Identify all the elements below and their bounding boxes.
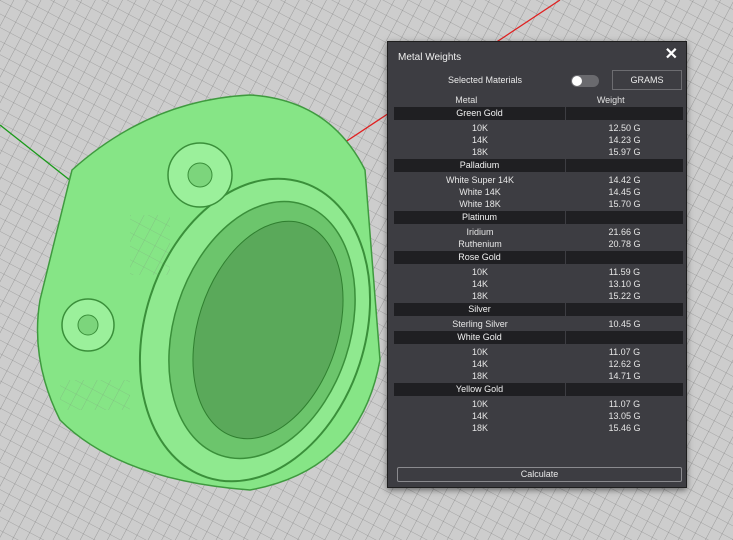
weight-cell: 13.05 G xyxy=(608,411,641,421)
group-header: Palladium xyxy=(394,159,683,172)
group-name: Green Gold xyxy=(394,107,566,120)
weight-cell: 11.07 G xyxy=(608,399,641,409)
metal-cell: Sterling Silver xyxy=(452,319,508,329)
weight-cell: 12.50 G xyxy=(608,123,641,133)
metal-cell: 18K xyxy=(471,291,488,301)
group-header: White Gold xyxy=(394,331,683,344)
selected-materials-toggle[interactable] xyxy=(571,75,599,87)
metal-cell: 14K xyxy=(471,359,488,369)
metal-cell: 14K xyxy=(471,279,488,289)
group-fill xyxy=(566,211,683,224)
table-row: 14K 13.10 G xyxy=(394,278,683,290)
metal-cell: 14K xyxy=(471,411,488,421)
group-header: Green Gold xyxy=(394,107,683,120)
metal-cell: 14K xyxy=(471,135,488,145)
table-row: 14K 12.62 G xyxy=(394,358,683,370)
metal-weights-panel: Metal Weights ✕ Selected Materials GRAMS… xyxy=(387,41,687,488)
table-row: 10K 11.07 G xyxy=(394,398,683,410)
metal-cell: Iridium xyxy=(466,227,494,237)
weights-table: Metal Weight Green Gold 10K 12.50 G 14K 14.2… xyxy=(394,94,683,435)
metal-cell: 10K xyxy=(471,123,488,133)
table-row: 10K 11.59 G xyxy=(394,266,683,278)
table-row: 18K 15.97 G xyxy=(394,146,683,158)
metal-cell: White 18K xyxy=(459,199,501,209)
selected-materials-label: Selected Materials xyxy=(448,75,523,85)
group-name: White Gold xyxy=(394,331,566,344)
groups-container: Green Gold 10K 12.50 G 14K 14.23 G 18K 15.97 G… xyxy=(394,107,683,435)
toggle-knob xyxy=(572,76,582,86)
weight-cell: 20.78 G xyxy=(608,239,641,249)
table-row: Sterling Silver 10.45 G xyxy=(394,318,683,330)
column-weight: Weight xyxy=(596,95,625,105)
group-name: Yellow Gold xyxy=(394,383,566,396)
metal-cell: 18K xyxy=(471,423,488,433)
unit-grams-button[interactable]: GRAMS xyxy=(612,70,682,90)
metal-cell: Ruthenium xyxy=(458,239,502,249)
table-row: 10K 12.50 G xyxy=(394,122,683,134)
group-header: Platinum xyxy=(394,211,683,224)
table-row: Ruthenium 20.78 G xyxy=(394,238,683,250)
metal-cell: 10K xyxy=(471,267,488,277)
table-row: White 14K 14.45 G xyxy=(394,186,683,198)
weight-cell: 15.22 G xyxy=(608,291,641,301)
weight-cell: 21.66 G xyxy=(608,227,641,237)
group-header: Silver xyxy=(394,303,683,316)
table-row: 14K 13.05 G xyxy=(394,410,683,422)
table-row: 14K 14.23 G xyxy=(394,134,683,146)
group-header: Rose Gold xyxy=(394,251,683,264)
weight-cell: 14.71 G xyxy=(608,371,641,381)
close-icon[interactable]: ✕ xyxy=(665,46,678,64)
group-name: Rose Gold xyxy=(394,251,566,264)
table-row: 18K 15.46 G xyxy=(394,422,683,434)
weight-cell: 15.46 G xyxy=(608,423,641,433)
group-fill xyxy=(566,159,683,172)
table-row: White Super 14K 14.42 G xyxy=(394,174,683,186)
weight-cell: 14.42 G xyxy=(608,175,641,185)
group-name: Palladium xyxy=(394,159,566,172)
group-fill xyxy=(566,107,683,120)
table-row: White 18K 15.70 G xyxy=(394,198,683,210)
calculate-button[interactable]: Calculate xyxy=(397,467,682,482)
table-row: Iridium 21.66 G xyxy=(394,226,683,238)
weight-cell: 10.45 G xyxy=(608,319,641,329)
weight-cell: 15.97 G xyxy=(608,147,641,157)
table-row: 10K 11.07 G xyxy=(394,346,683,358)
group-fill xyxy=(566,251,683,264)
metal-cell: 18K xyxy=(471,147,488,157)
metal-cell: White Super 14K xyxy=(445,175,515,185)
metal-cell: White 14K xyxy=(459,187,501,197)
weight-cell: 15.70 G xyxy=(608,199,641,209)
metal-cell: 10K xyxy=(471,347,488,357)
group-fill xyxy=(566,331,683,344)
group-name: Platinum xyxy=(394,211,566,224)
table-header: Metal Weight xyxy=(394,94,683,107)
panel-title: Metal Weights xyxy=(398,52,462,63)
weight-cell: 14.45 G xyxy=(608,187,641,197)
metal-cell: 18K xyxy=(471,371,488,381)
table-row: 18K 15.22 G xyxy=(394,290,683,302)
weight-cell: 13.10 G xyxy=(608,279,641,289)
group-fill xyxy=(566,383,683,396)
column-metal: Metal xyxy=(455,95,478,105)
weight-cell: 11.07 G xyxy=(608,347,641,357)
metal-cell: 10K xyxy=(471,399,488,409)
group-fill xyxy=(566,303,683,316)
weight-cell: 14.23 G xyxy=(608,135,641,145)
group-header: Yellow Gold xyxy=(394,383,683,396)
weight-cell: 12.62 G xyxy=(608,359,641,369)
group-name: Silver xyxy=(394,303,566,316)
weight-cell: 11.59 G xyxy=(608,267,641,277)
table-row: 18K 14.71 G xyxy=(394,370,683,382)
